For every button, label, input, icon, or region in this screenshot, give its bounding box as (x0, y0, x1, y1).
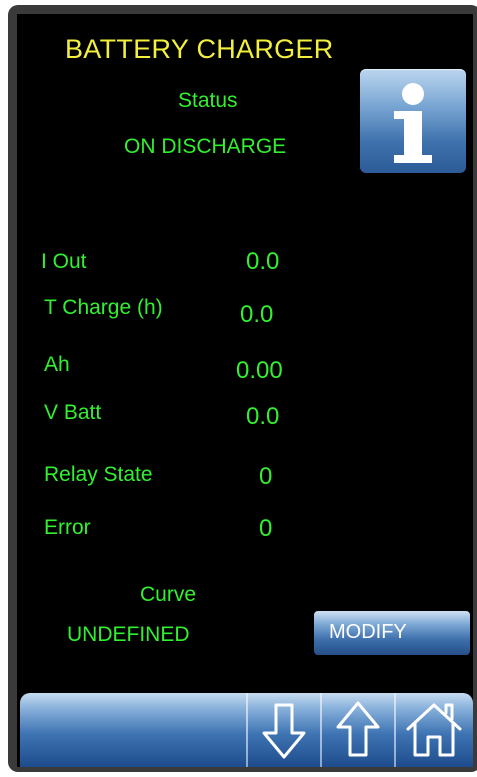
status-label: Status (178, 89, 238, 112)
i-out-label: I Out (41, 250, 87, 273)
scroll-up-button[interactable] (322, 693, 394, 767)
modify-button[interactable]: MODIFY (314, 611, 470, 655)
screen: BATTERY CHARGER Status ON DISCHARGE I Ou… (17, 14, 473, 767)
home-icon (406, 703, 462, 757)
status-value: ON DISCHARGE (124, 135, 287, 158)
t-charge-label: T Charge (h) (44, 296, 163, 319)
scroll-down-button[interactable] (248, 693, 320, 767)
v-batt-label: V Batt (44, 401, 102, 424)
relay-state-label: Relay State (44, 463, 153, 486)
page-title: BATTERY CHARGER (65, 34, 334, 64)
curve-value: UNDEFINED (67, 623, 190, 646)
error-value: 0 (259, 515, 273, 542)
t-charge-value: 0.0 (240, 301, 274, 328)
relay-state-value: 0 (259, 463, 273, 490)
curve-label: Curve (140, 583, 197, 606)
info-icon (394, 83, 432, 163)
ah-label: Ah (44, 353, 70, 376)
modify-label: MODIFY (329, 621, 407, 643)
i-out-value: 0.0 (246, 248, 280, 275)
home-button[interactable] (396, 693, 472, 767)
bottom-nav-bar (20, 693, 473, 767)
v-batt-value: 0.0 (246, 403, 280, 430)
arrow-down-icon (262, 703, 306, 759)
error-label: Error (44, 516, 91, 539)
arrow-up-icon (336, 701, 380, 757)
ah-value: 0.00 (236, 357, 283, 384)
info-button[interactable] (360, 69, 466, 173)
